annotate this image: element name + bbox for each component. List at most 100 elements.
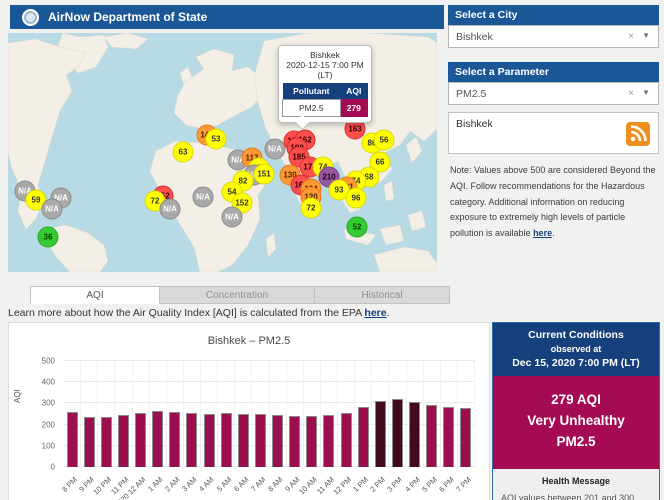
current-conditions-header: Current Conditions observed at Dec 15, 2…	[493, 323, 659, 376]
chart-xtick: 4 AM	[197, 475, 215, 493]
chart-bar-slot	[64, 361, 81, 467]
learn-more-period: .	[387, 307, 390, 319]
chart-bar[interactable]	[358, 407, 369, 467]
aqi-marker[interactable]: N/A	[222, 207, 243, 228]
aqi-marker[interactable]: 56	[374, 130, 395, 151]
chart-bar-slot	[167, 361, 184, 467]
popup-timezone: (LT)	[282, 70, 368, 80]
learn-more-text: Learn more about how the Air Quality Ind…	[8, 307, 364, 319]
chart-xtick: 2 AM	[163, 475, 181, 493]
chart-title: Bishkek – PM2.5	[9, 335, 489, 347]
chart-bar[interactable]	[272, 415, 283, 467]
aqi-marker[interactable]: 72	[301, 198, 322, 219]
chart-bar[interactable]	[169, 412, 180, 467]
chart-bar[interactable]	[118, 415, 129, 467]
aqi-chart-panel: Bishkek – PM2.5 AQI 0100200300400500 8 P…	[8, 322, 490, 500]
parameter-selector-label: Select a Parameter	[448, 62, 659, 82]
chart-bar[interactable]	[135, 413, 146, 467]
aqi-marker[interactable]: 36	[38, 227, 59, 248]
chart-bar-slot	[115, 361, 132, 467]
chart-xtick: 8 AM	[266, 475, 284, 493]
city-dropdown-arrow-icon[interactable]: ▼	[642, 31, 650, 40]
parameter-select-value: PM2.5	[456, 88, 486, 100]
chart-bar[interactable]	[221, 413, 232, 467]
chart-bar[interactable]	[375, 401, 386, 467]
parameter-select[interactable]: PM2.5 × ▼	[448, 82, 659, 105]
parameter-clear-icon[interactable]: ×	[628, 88, 634, 99]
chart-bar[interactable]	[67, 412, 78, 467]
chart-bar[interactable]	[426, 405, 437, 467]
chart-bar-slot	[287, 361, 304, 467]
city-clear-icon[interactable]: ×	[628, 31, 634, 42]
chart-bar[interactable]	[341, 413, 352, 467]
parameter-dropdown-arrow-icon[interactable]: ▼	[642, 88, 650, 97]
popup-col-pollutant: Pollutant	[283, 83, 341, 100]
chart-bar[interactable]	[392, 399, 403, 467]
chart-bar[interactable]	[289, 416, 300, 467]
observed-at-label: observed at	[497, 344, 655, 354]
aqi-marker[interactable]: 151	[254, 164, 275, 185]
chart-ytick: 100	[42, 441, 55, 450]
observed-at-value: Dec 15, 2020 7:00 PM (LT)	[497, 357, 655, 369]
chart-bar-slot	[338, 361, 355, 467]
airnow-page: AirNow Department of State	[0, 0, 664, 500]
chart-bar-slot	[270, 361, 287, 467]
rss-feed-icon[interactable]	[626, 122, 650, 146]
learn-more-here-link[interactable]: here	[364, 307, 386, 319]
aqi-marker[interactable]: N/A	[193, 187, 214, 208]
chart-xlabel-slot: 3 PM	[389, 469, 406, 500]
chart-bar[interactable]	[84, 417, 95, 467]
chart-bar-slot	[372, 361, 389, 467]
popup-table: Pollutant AQI PM2.5 279	[282, 83, 368, 117]
current-aqi-pollutant: PM2.5	[497, 432, 655, 453]
aqi-marker[interactable]: 52	[347, 217, 368, 238]
chart-bar[interactable]	[186, 413, 197, 467]
chart-bar[interactable]	[238, 414, 249, 467]
tab-aqi[interactable]: AQI	[30, 286, 160, 304]
chart-xtick: 8 PM	[60, 475, 79, 494]
chart-bars	[64, 361, 475, 467]
aqi-marker[interactable]: N/A	[265, 139, 286, 160]
chart-bar[interactable]	[306, 416, 317, 467]
aqi-marker[interactable]: N/A	[42, 199, 63, 220]
chart-bar[interactable]	[152, 411, 163, 467]
aqi-marker[interactable]: 53	[206, 129, 227, 150]
city-selector-section: Select a City Bishkek × ▼	[448, 5, 659, 48]
chart-bar[interactable]	[255, 414, 266, 467]
current-aqi-block: 279 AQI Very Unhealthy PM2.5	[493, 376, 659, 469]
note-period: .	[552, 228, 555, 238]
chart-bar[interactable]	[323, 415, 334, 467]
chart-bar[interactable]	[409, 402, 420, 468]
tab-concentration[interactable]: Concentration	[160, 286, 315, 304]
current-conditions-title: Current Conditions	[497, 329, 655, 341]
city-select[interactable]: Bishkek × ▼	[448, 25, 659, 48]
chart-bar[interactable]	[204, 414, 215, 467]
current-conditions-panel: Current Conditions observed at Dec 15, 2…	[492, 322, 660, 500]
chart-bar[interactable]	[443, 407, 454, 467]
current-aqi-category: Very Unhealthy	[497, 411, 655, 432]
chart-ytick: 300	[42, 399, 55, 408]
chart-xtick: 6 AM	[232, 475, 250, 493]
aqi-marker[interactable]: 96	[346, 188, 367, 209]
aqi-marker[interactable]: N/A	[160, 199, 181, 220]
chart-bar-slot	[321, 361, 338, 467]
chart-bar[interactable]	[101, 417, 112, 467]
chart-bar-slot	[424, 361, 441, 467]
city-selector-label: Select a City	[448, 5, 659, 25]
chart-bar-slot	[235, 361, 252, 467]
page-title: AirNow Department of State	[48, 10, 207, 24]
chart-bar-slot	[150, 361, 167, 467]
city-select-value: Bishkek	[456, 31, 493, 43]
dos-seal-icon	[22, 9, 39, 26]
popup-aqi-value: 279	[340, 100, 367, 117]
aqi-marker[interactable]: 63	[173, 142, 194, 163]
chart-bar[interactable]	[460, 408, 471, 467]
map-popup: Bishkek 2020-12-15 7:00 PM (LT) Pollutan…	[278, 45, 372, 123]
note-here-link[interactable]: here	[533, 228, 552, 238]
tab-historical[interactable]: Historical	[315, 286, 450, 304]
chart-yaxis: 0100200300400500	[27, 361, 59, 467]
world-map[interactable]: N/A59N/AN/A3615272N/A6314653N/A117116N/A…	[8, 33, 437, 272]
current-aqi-value: 279 AQI	[497, 390, 655, 411]
learn-more-line: Learn more about how the Air Quality Ind…	[8, 307, 390, 319]
popup-col-aqi: AQI	[340, 83, 367, 100]
